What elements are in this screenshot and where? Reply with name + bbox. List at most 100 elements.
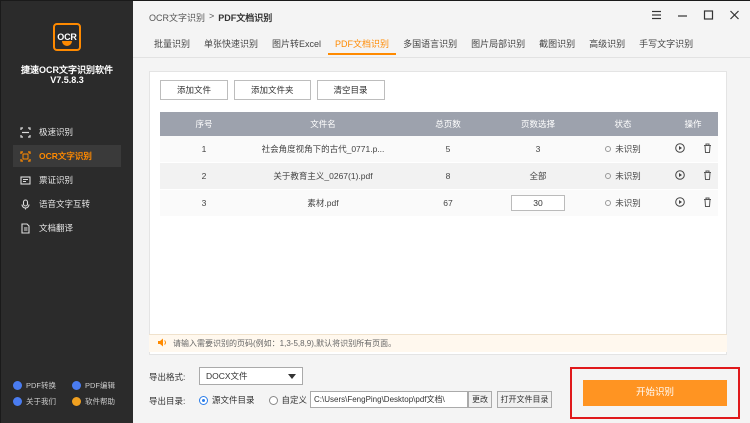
export-format-select[interactable]: DOCX文件 — [199, 367, 303, 385]
file-table: 序号 文件名 总页数 页数选择 状态 操作 1 社会角度视角下的古代_0771.… — [160, 112, 718, 217]
row-pages: 8 — [445, 171, 451, 181]
breadcrumb: OCR文字识别 > PDF文档识别 — [149, 11, 272, 24]
play-icon[interactable] — [674, 170, 685, 182]
pdf-edit-label: PDF编辑 — [85, 380, 115, 390]
sidebar-item-label: 票证识别 — [39, 175, 74, 185]
tab-image-to-excel[interactable]: 图片转Excel — [265, 35, 328, 55]
help-link[interactable]: 软件帮助 — [72, 396, 131, 407]
add-folder-button[interactable]: 添加文件夹 — [234, 80, 311, 100]
row-filename: 关于教育主义_0267(1).pdf — [273, 171, 373, 181]
sidebar-item-voice[interactable]: 语音文字互转 — [13, 193, 121, 215]
title-bar: OCR文字识别 > PDF文档识别 — [133, 1, 750, 31]
export-dir-options: 源文件目录 自定义 — [199, 394, 307, 406]
sidebar-item-fast-scan[interactable]: 极速识别 — [13, 121, 121, 143]
clear-list-button[interactable]: 清空目录 — [316, 80, 385, 100]
about-link[interactable]: 关于我们 — [13, 396, 72, 407]
document-icon — [19, 222, 31, 234]
table-header: 序号 文件名 总页数 页数选择 状态 操作 — [160, 112, 718, 136]
export-dir-label: 导出目录: — [149, 396, 186, 406]
breadcrumb-current: PDF文档识别 — [218, 13, 273, 23]
trash-icon[interactable] — [703, 197, 712, 209]
table-row[interactable]: 3 素材.pdf 67 30 未识别 — [160, 190, 718, 217]
row-no: 3 — [201, 198, 207, 208]
play-icon[interactable] — [674, 197, 685, 209]
about-label: 关于我们 — [26, 396, 56, 406]
open-dir-button[interactable]: 打开文件目录 — [497, 391, 552, 408]
main-panel: OCR文字识别 > PDF文档识别 批量识别 单张快速识别 图片转Excel P… — [133, 1, 750, 423]
minimize-icon[interactable] — [676, 9, 688, 21]
header-ops: 操作 — [684, 119, 702, 129]
ticket-icon — [19, 174, 31, 186]
header-name: 文件名 — [310, 119, 336, 129]
ocr-icon — [19, 150, 31, 162]
maximize-icon[interactable] — [702, 9, 714, 21]
row-ops — [668, 143, 718, 155]
breadcrumb-parent[interactable]: OCR文字识别 — [149, 11, 205, 24]
tab-partial[interactable]: 图片局部识别 — [464, 35, 532, 55]
export-format-label: 导出格式: — [149, 372, 186, 382]
status-dot-icon — [605, 173, 612, 179]
microphone-icon — [19, 198, 31, 210]
row-status: 未识别 — [578, 143, 668, 155]
row-page-selection[interactable]: 3 — [498, 144, 578, 154]
trash-icon[interactable] — [703, 143, 712, 155]
sidebar-item-translate[interactable]: 文档翻译 — [13, 217, 121, 239]
tab-screenshot[interactable]: 截图识别 — [532, 35, 582, 55]
radio-source-label: 源文件目录 — [212, 395, 255, 405]
help-label: 软件帮助 — [85, 396, 115, 406]
tab-handwriting[interactable]: 手写文字识别 — [632, 35, 700, 55]
change-dir-button[interactable]: 更改 — [468, 391, 492, 408]
scan-icon — [19, 126, 31, 138]
page-selection-input[interactable]: 30 — [511, 195, 565, 211]
trash-icon[interactable] — [703, 170, 712, 182]
header-pages: 总页数 — [435, 119, 461, 129]
sidebar-item-ocr[interactable]: OCR文字识别 — [13, 145, 121, 167]
export-path-input[interactable]: C:\Users\FengPing\Desktop\pdf文档\ — [310, 391, 468, 408]
radio-source-dir[interactable] — [199, 395, 208, 405]
add-file-button[interactable]: 添加文件 — [160, 80, 229, 100]
start-recognition-button[interactable]: 开始识别 — [583, 380, 727, 406]
row-no: 1 — [201, 144, 207, 154]
table-row[interactable]: 1 社会角度视角下的古代_0771.p... 5 3 未识别 — [160, 136, 718, 163]
play-icon[interactable] — [674, 143, 685, 155]
status-text: 未识别 — [615, 171, 641, 181]
row-filename: 社会角度视角下的古代_0771.p... — [261, 144, 385, 154]
row-status: 未识别 — [578, 170, 668, 182]
row-pages: 67 — [443, 198, 453, 208]
table-row[interactable]: 2 关于教育主义_0267(1).pdf 8 全部 未识别 — [160, 163, 718, 190]
row-ops — [668, 197, 718, 209]
breadcrumb-separator: > — [209, 11, 215, 21]
window-controls — [650, 9, 740, 21]
pdf-edit-link[interactable]: PDF编辑 — [72, 380, 131, 391]
tab-batch[interactable]: 批量识别 — [147, 35, 197, 55]
close-icon[interactable] — [728, 9, 740, 21]
tab-single-fast[interactable]: 单张快速识别 — [197, 35, 265, 55]
row-pages: 5 — [445, 144, 451, 154]
chevron-down-icon — [288, 371, 296, 381]
row-page-selection[interactable]: 全部 — [498, 170, 578, 182]
tab-pdf[interactable]: PDF文档识别 — [328, 35, 397, 55]
radio-custom-label: 自定义 — [281, 395, 308, 405]
about-icon — [13, 396, 22, 406]
tab-multilang[interactable]: 多国语言识别 — [396, 35, 464, 55]
file-list-panel: 添加文件 添加文件夹 清空目录 序号 文件名 总页数 页数选择 状态 操作 1 … — [149, 71, 727, 355]
radio-custom-dir[interactable] — [268, 395, 278, 405]
hint-text: 请输入需要识别的页码(例如：1,3-5,8,9),默认将识别所有页面。 — [173, 339, 397, 348]
pdf-convert-icon — [13, 380, 22, 390]
status-dot-icon — [605, 200, 612, 206]
help-icon — [72, 396, 81, 406]
row-status: 未识别 — [578, 197, 668, 209]
tab-advanced[interactable]: 高级识别 — [582, 35, 632, 55]
sidebar: OCR 捷速OCR文字识别软件 V7.5.8.3 极速识别 OCR文字识别 票证… — [1, 1, 133, 423]
header-selection: 页数选择 — [520, 119, 555, 129]
sidebar-item-label: 极速识别 — [39, 127, 74, 137]
app-logo: OCR — [53, 23, 81, 51]
speaker-icon — [157, 338, 167, 349]
sidebar-item-label: 语音文字互转 — [39, 199, 91, 209]
pdf-convert-link[interactable]: PDF转换 — [13, 380, 72, 391]
header-no: 序号 — [195, 119, 213, 129]
menu-icon[interactable] — [650, 9, 662, 21]
row-no: 2 — [201, 171, 207, 181]
file-toolbar: 添加文件 添加文件夹 清空目录 — [160, 80, 385, 100]
sidebar-item-ticket[interactable]: 票证识别 — [13, 169, 121, 191]
